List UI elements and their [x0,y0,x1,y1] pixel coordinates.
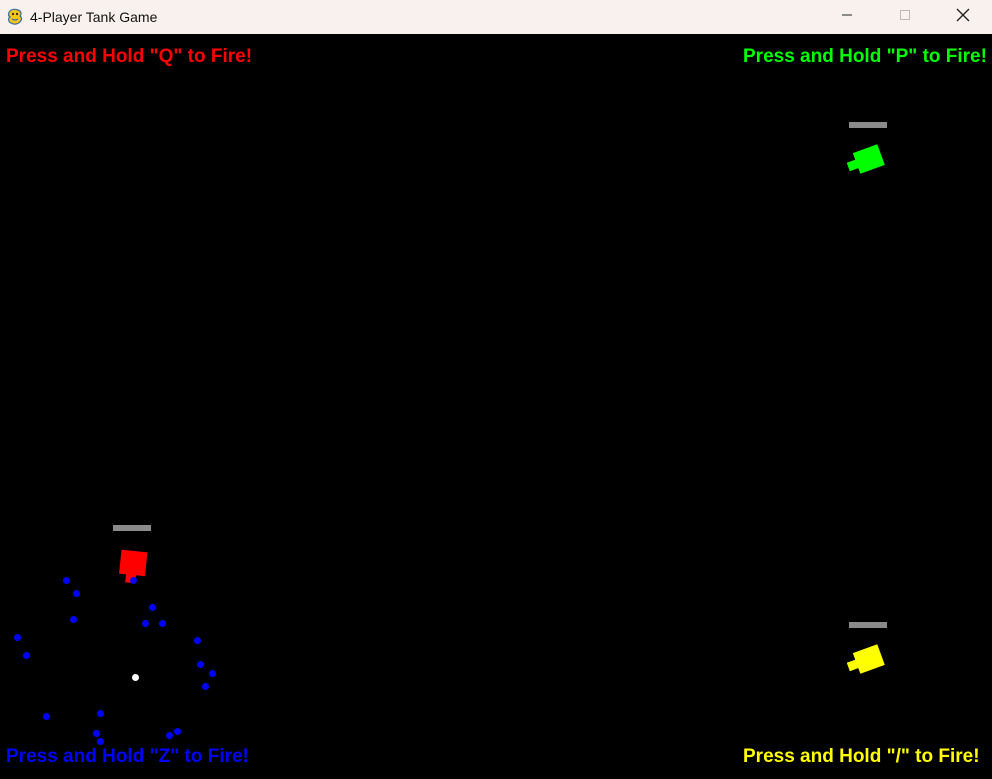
blue-bullet [43,713,50,720]
maximize-icon [899,8,911,26]
blue-fire-hint: Press and Hold "Z" to Fire! [6,746,249,767]
green-health-bar [849,122,887,128]
blue-bullet [23,652,30,659]
yellow-health-bar [849,622,887,628]
window-title: 4-Player Tank Game [30,9,158,25]
blue-bullet [142,620,149,627]
close-icon [956,8,970,27]
blue-bullet [97,738,104,745]
red-fire-hint: Press and Hold "Q" to Fire! [6,46,253,67]
blue-bullet [194,637,201,644]
window-controls [818,0,992,34]
blue-bullet [197,661,204,668]
game-window: 4-Player Tank Game Press and Hold "Q" to… [0,0,992,779]
blue-bullet [97,710,104,717]
white-bullet [132,674,139,681]
blue-bullet [209,670,216,677]
minimize-icon [841,8,853,26]
green-tank [846,144,885,174]
blue-bullet [159,620,166,627]
maximize-button[interactable] [876,0,934,34]
yellow-fire-hint: Press and Hold "/" to Fire! [743,746,980,767]
blue-bullet [130,577,137,584]
blue-bullet [93,730,100,737]
close-button[interactable] [934,0,992,34]
blue-bullet [174,728,181,735]
red-health-bar [113,525,151,531]
blue-bullet [63,577,70,584]
game-canvas[interactable]: Press and Hold "Q" to Fire! Press and Ho… [0,34,992,779]
blue-bullet [202,683,209,690]
pygame-snake-icon [6,8,24,26]
title-bar[interactable]: 4-Player Tank Game [0,0,992,34]
blue-bullet [149,604,156,611]
yellow-tank [846,644,885,674]
blue-bullet [166,732,173,739]
minimize-button[interactable] [818,0,876,34]
green-fire-hint: Press and Hold "P" to Fire! [743,46,987,67]
blue-bullet [70,616,77,623]
blue-bullet [14,634,21,641]
blue-bullet [73,590,80,597]
